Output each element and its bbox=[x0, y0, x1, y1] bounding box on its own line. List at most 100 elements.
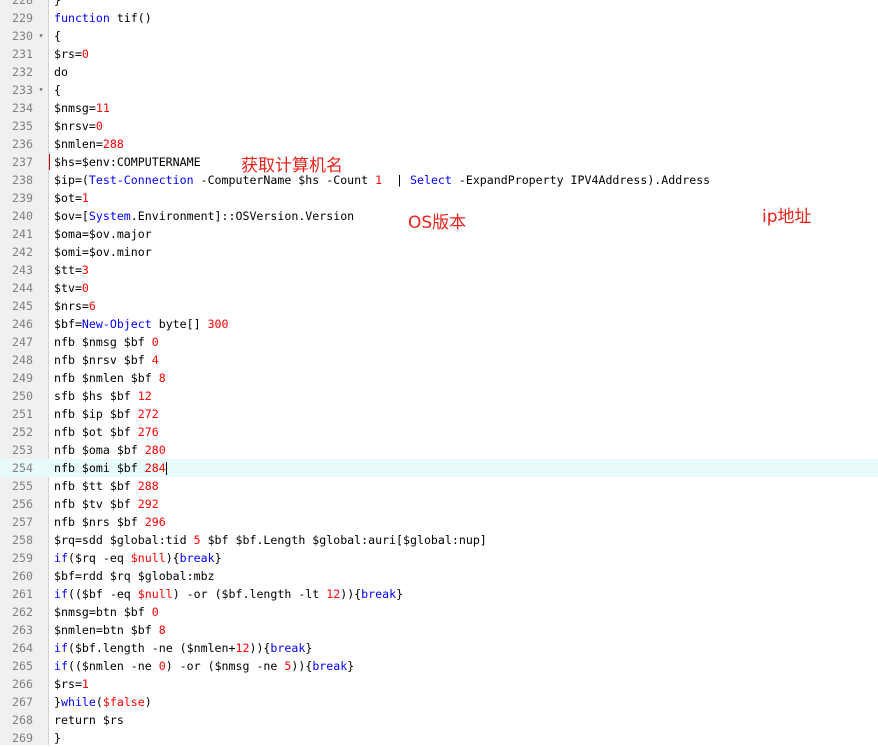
line-number: 254 bbox=[12, 461, 33, 475]
code-line[interactable]: 244 $tv=0 bbox=[0, 279, 878, 297]
code-line[interactable]: 255 nfb $tt $bf 288 bbox=[0, 477, 878, 495]
code-line[interactable]: 247 nfb $nmsg $bf 0 bbox=[0, 333, 878, 351]
fold-toggle-icon[interactable]: ▾ bbox=[36, 27, 46, 45]
code-text: { bbox=[54, 29, 61, 43]
code-line[interactable]: 251 nfb $ip $bf 272 bbox=[0, 405, 878, 423]
code-text: return $rs bbox=[54, 713, 124, 727]
line-number: 243 bbox=[12, 263, 33, 277]
code-line[interactable]: 269} bbox=[0, 729, 878, 747]
code-text: sfb $hs $bf 12 bbox=[54, 389, 152, 403]
code-line[interactable]: 249 nfb $nmlen $bf 8 bbox=[0, 369, 878, 387]
code-line[interactable]: 268 return $rs bbox=[0, 711, 878, 729]
code-line[interactable]: 258 $rq=sdd $global:tid 5 $bf $bf.Length … bbox=[0, 531, 878, 549]
code-line[interactable]: 252 nfb $ot $bf 276 bbox=[0, 423, 878, 441]
line-number: 241 bbox=[12, 227, 33, 241]
code-text: if(($bf -eq $null) -or ($bf.length -lt 1… bbox=[54, 587, 404, 601]
line-number: 234 bbox=[12, 101, 33, 115]
code-line[interactable]: 265 if(($nmlen -ne 0) -or ($nmsg -ne 5)){… bbox=[0, 657, 878, 675]
code-text: $nmsg=11 bbox=[54, 101, 110, 115]
text-caret bbox=[165, 462, 167, 475]
line-number: 267 bbox=[12, 695, 33, 709]
code-line[interactable]: 237 $hs=$env:COMPUTERNAME bbox=[0, 153, 878, 171]
code-text: nfb $nmlen $bf 8 bbox=[54, 371, 166, 385]
code-line[interactable]: 245 $nrs=6 bbox=[0, 297, 878, 315]
code-line[interactable]: 236 $nmlen=288 bbox=[0, 135, 878, 153]
code-line[interactable]: 239 $ot=1 bbox=[0, 189, 878, 207]
code-text: $nrsv=0 bbox=[54, 119, 103, 133]
code-text: $tt=3 bbox=[54, 263, 89, 277]
line-number: 257 bbox=[12, 515, 33, 529]
code-text: $rq=sdd $global:tid 5 $bf $bf.Length $gl… bbox=[54, 533, 487, 547]
line-number: 269 bbox=[12, 731, 33, 745]
line-number: 244 bbox=[12, 281, 33, 295]
code-line[interactable]: 261 if(($bf -eq $null) -or ($bf.length -l… bbox=[0, 585, 878, 603]
code-text: if($rq -eq $null){break} bbox=[54, 551, 222, 565]
code-text: } bbox=[54, 731, 61, 745]
code-text: nfb $ip $bf 272 bbox=[54, 407, 159, 421]
code-text: nfb $tv $bf 292 bbox=[54, 497, 159, 511]
code-line[interactable]: 232 do bbox=[0, 63, 878, 81]
line-number: 268 bbox=[12, 713, 33, 727]
line-number: 246 bbox=[12, 317, 33, 331]
line-number: 258 bbox=[12, 533, 33, 547]
code-editor[interactable]: 228} 229 function tif() 230 ▾{231 $rs=0 232 do 2… bbox=[0, 0, 878, 745]
code-line[interactable]: 260 $bf=rdd $rq $global:mbz bbox=[0, 567, 878, 585]
code-line[interactable]: 246 $bf=New-Object byte[] 300 bbox=[0, 315, 878, 333]
code-text: $nmlen=btn $bf 8 bbox=[54, 623, 166, 637]
line-number: 231 bbox=[12, 47, 33, 61]
line-number: 252 bbox=[12, 425, 33, 439]
line-number: 245 bbox=[12, 299, 33, 313]
code-line[interactable]: 264 if($bf.length -ne ($nmlen+12)){break} bbox=[0, 639, 878, 657]
line-number: 230 bbox=[12, 29, 33, 43]
code-line[interactable]: 230 ▾ { bbox=[0, 27, 878, 45]
code-text: if($bf.length -ne ($nmlen+12)){break} bbox=[54, 641, 313, 655]
code-line[interactable]: 267 }while($false) bbox=[0, 693, 878, 711]
code-text: $nmlen=288 bbox=[54, 137, 124, 151]
code-line[interactable]: 266 $rs=1 bbox=[0, 675, 878, 693]
line-number: 253 bbox=[12, 443, 33, 457]
code-line[interactable]: 238 $ip=(Test-Connection -ComputerName $h… bbox=[0, 171, 878, 189]
code-line[interactable]: 262 $nmsg=btn $bf 0 bbox=[0, 603, 878, 621]
code-line[interactable]: 254 nfb $omi $bf 284 bbox=[0, 459, 878, 477]
code-line[interactable]: 253 nfb $oma $bf 280 bbox=[0, 441, 878, 459]
line-number: 247 bbox=[12, 335, 33, 349]
code-line[interactable]: 250 sfb $hs $bf 12 bbox=[0, 387, 878, 405]
line-number: 260 bbox=[12, 569, 33, 583]
code-line[interactable]: 234 $nmsg=11 bbox=[0, 99, 878, 117]
line-number: 249 bbox=[12, 371, 33, 385]
code-text: $nrs=6 bbox=[54, 299, 96, 313]
code-line[interactable]: 235 $nrsv=0 bbox=[0, 117, 878, 135]
code-line[interactable]: 248 nfb $nrsv $bf 4 bbox=[0, 351, 878, 369]
code-text: }while($false) bbox=[54, 695, 152, 709]
line-number: 248 bbox=[12, 353, 33, 367]
code-line[interactable]: 256 nfb $tv $bf 292 bbox=[0, 495, 878, 513]
code-text: $ot=1 bbox=[54, 191, 89, 205]
line-number: 266 bbox=[12, 677, 33, 691]
code-line[interactable]: 257 nfb $nrs $bf 296 bbox=[0, 513, 878, 531]
line-number: 250 bbox=[12, 389, 33, 403]
fold-toggle-icon[interactable]: ▾ bbox=[36, 81, 46, 99]
code-text: $bf=New-Object byte[] 300 bbox=[54, 317, 229, 331]
code-line[interactable]: 259 if($rq -eq $null){break} bbox=[0, 549, 878, 567]
code-line[interactable]: 243 $tt=3 bbox=[0, 261, 878, 279]
line-number: 228 bbox=[12, 0, 33, 7]
code-text: } bbox=[54, 0, 61, 7]
line-number: 261 bbox=[12, 587, 33, 601]
code-line[interactable]: 229 function tif() bbox=[0, 9, 878, 27]
line-number: 265 bbox=[12, 659, 33, 673]
code-line[interactable]: 228} bbox=[0, 0, 878, 9]
code-line[interactable]: 263 $nmlen=btn $bf 8 bbox=[0, 621, 878, 639]
code-line[interactable]: 242 $omi=$ov.minor bbox=[0, 243, 878, 261]
code-text: do bbox=[54, 65, 68, 79]
code-text: $nmsg=btn $bf 0 bbox=[54, 605, 159, 619]
code-line[interactable]: 233 ▾ { bbox=[0, 81, 878, 99]
code-text: nfb $ot $bf 276 bbox=[54, 425, 159, 439]
line-number: 255 bbox=[12, 479, 33, 493]
line-number: 235 bbox=[12, 119, 33, 133]
code-text: function tif() bbox=[54, 11, 152, 25]
code-text: $ov=[System.Environment]::OSVersion.Vers… bbox=[54, 209, 355, 223]
code-text: $bf=rdd $rq $global:mbz bbox=[54, 569, 215, 583]
annotation-ip-address: ip地址 bbox=[762, 207, 812, 227]
code-line[interactable]: 231 $rs=0 bbox=[0, 45, 878, 63]
line-number: 232 bbox=[12, 65, 33, 79]
